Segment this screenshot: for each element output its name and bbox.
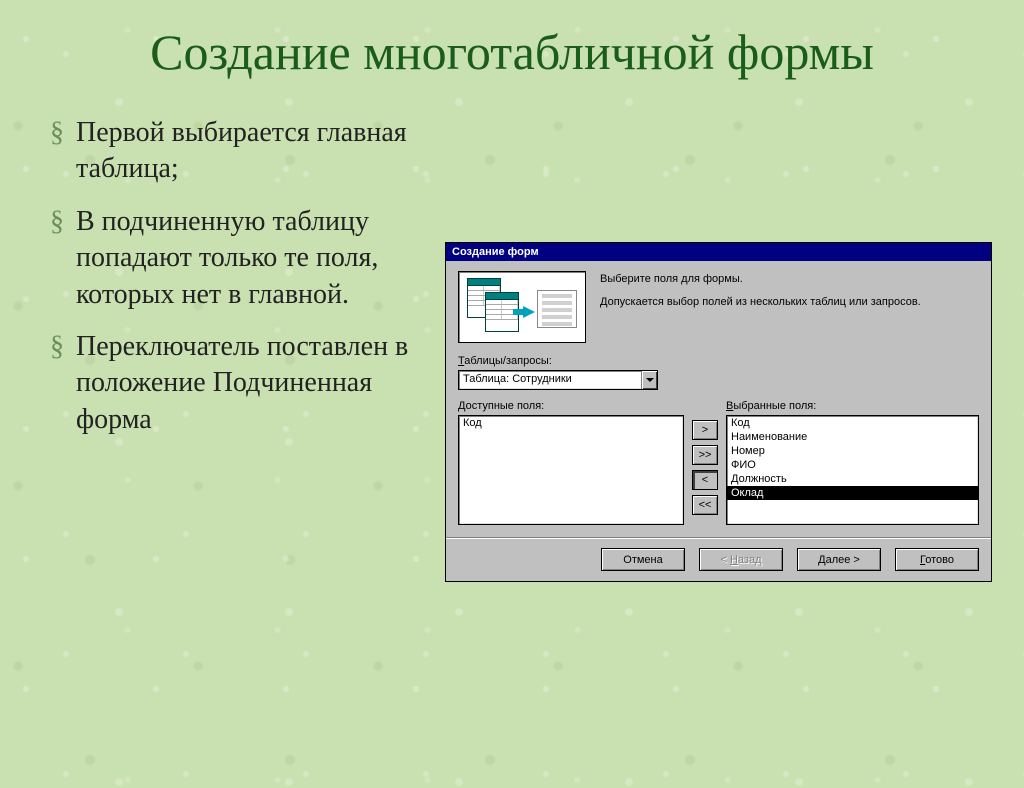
bullet-item: Переключатель поставлен в положение Подч…	[50, 329, 430, 438]
combo-dropdown-button[interactable]	[641, 371, 657, 389]
next-button[interactable]: Далее >	[797, 548, 881, 571]
cancel-button[interactable]: Отмена	[601, 548, 685, 571]
dialog-titlebar[interactable]: Создание форм	[446, 243, 991, 261]
instruction-line-2: Допускается выбор полей из нескольких та…	[600, 294, 979, 311]
tables-queries-combo[interactable]: Таблица: Сотрудники	[458, 370, 658, 390]
slide-title: Создание многотабличной формы	[0, 20, 1024, 85]
bullet-item: В подчиненную таблицу попадают только те…	[50, 204, 430, 313]
remove-one-button[interactable]: <	[692, 470, 718, 490]
wizard-instructions: Выберите поля для формы. Допускается выб…	[600, 271, 979, 343]
add-one-button[interactable]: >	[692, 420, 718, 440]
available-fields-listbox[interactable]: Код	[458, 415, 684, 525]
list-item[interactable]: Наименование	[727, 430, 978, 444]
wizard-illustration	[458, 271, 586, 343]
combo-value: Таблица: Сотрудники	[459, 371, 641, 389]
form-wizard-dialog: Создание форм Выберите поля для формы. Д…	[445, 242, 992, 582]
finish-button[interactable]: Готово	[895, 548, 979, 571]
list-item[interactable]: Код	[727, 416, 978, 430]
dialog-footer: Отмена < Назад Далее > Готово	[446, 537, 991, 581]
list-item[interactable]: Код	[459, 416, 683, 430]
list-item[interactable]: Оклад	[727, 486, 978, 500]
add-all-button[interactable]: >>	[692, 445, 718, 465]
list-item[interactable]: ФИО	[727, 458, 978, 472]
selected-fields-label: Выбранные поля:	[726, 400, 979, 412]
selected-fields-listbox[interactable]: КодНаименованиеНомерФИОДолжностьОклад	[726, 415, 979, 525]
bullet-list: Первой выбирается главная таблица; В под…	[50, 115, 430, 454]
bullet-item: Первой выбирается главная таблица;	[50, 115, 430, 188]
chevron-down-icon	[646, 376, 654, 384]
remove-all-button[interactable]: <<	[692, 495, 718, 515]
back-button: < Назад	[699, 548, 783, 571]
tables-queries-label: Таблицы/запросы:	[458, 355, 979, 367]
list-item[interactable]: Номер	[727, 444, 978, 458]
list-item[interactable]: Должность	[727, 472, 978, 486]
instruction-line-1: Выберите поля для формы.	[600, 271, 979, 288]
available-fields-label: Доступные поля:	[458, 400, 684, 412]
